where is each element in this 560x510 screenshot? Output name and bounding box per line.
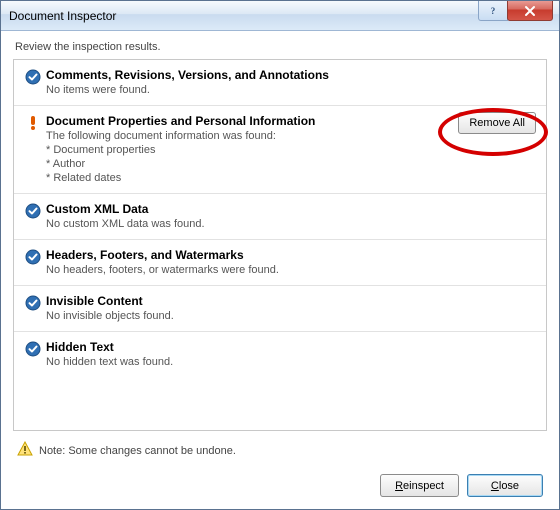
section-desc: No custom XML data was found.	[46, 216, 446, 231]
result-section: Custom XML DataNo custom XML data was fo…	[14, 194, 546, 240]
section-body: Headers, Footers, and WatermarksNo heade…	[42, 248, 536, 277]
remove-all-button[interactable]: Remove All	[458, 112, 536, 134]
svg-text:?: ?	[491, 6, 496, 16]
section-body: Hidden TextNo hidden text was found.	[42, 340, 536, 369]
warning-icon	[17, 441, 33, 460]
alert-icon	[24, 114, 42, 185]
check-icon	[24, 294, 42, 323]
section-heading: Document Properties and Personal Informa…	[46, 114, 446, 128]
dialog-button-row: Reinspect Close	[13, 468, 547, 509]
help-icon: ?	[488, 6, 498, 16]
results-panel: Comments, Revisions, Versions, and Annot…	[13, 59, 547, 431]
section-heading: Custom XML Data	[46, 202, 446, 216]
section-detail: * Related dates	[46, 171, 446, 185]
section-body: Invisible ContentNo invisible objects fo…	[42, 294, 536, 323]
footer-note-text: Note: Some changes cannot be undone.	[39, 445, 236, 457]
section-heading: Hidden Text	[46, 340, 446, 354]
section-heading: Headers, Footers, and Watermarks	[46, 248, 446, 262]
section-desc: The following document information was f…	[46, 128, 446, 143]
result-section: Comments, Revisions, Versions, and Annot…	[14, 60, 546, 106]
check-icon	[24, 68, 42, 97]
titlebar-buttons: ?	[478, 1, 559, 21]
close-button[interactable]: Close	[467, 474, 543, 497]
dialog-window: Document Inspector ? Review the inspecti…	[0, 0, 560, 510]
section-body: Comments, Revisions, Versions, and Annot…	[42, 68, 536, 97]
footer-note: Note: Some changes cannot be undone.	[13, 431, 547, 468]
result-section: Invisible ContentNo invisible objects fo…	[14, 286, 546, 332]
section-heading: Comments, Revisions, Versions, and Annot…	[46, 68, 446, 82]
check-icon	[24, 340, 42, 369]
window-title: Document Inspector	[9, 9, 116, 23]
reinspect-button[interactable]: Reinspect	[380, 474, 459, 497]
check-icon	[24, 202, 42, 231]
section-desc: No items were found.	[46, 82, 446, 97]
section-desc: No headers, footers, or watermarks were …	[46, 262, 446, 277]
section-detail: * Document properties	[46, 143, 446, 157]
dialog-content: Review the inspection results. Comments,…	[1, 31, 559, 509]
section-desc: No hidden text was found.	[46, 354, 446, 369]
section-desc: No invisible objects found.	[46, 308, 446, 323]
result-section: Headers, Footers, and WatermarksNo heade…	[14, 240, 546, 286]
check-icon	[24, 248, 42, 277]
section-heading: Invisible Content	[46, 294, 446, 308]
result-section: Document Properties and Personal Informa…	[14, 106, 546, 194]
help-button[interactable]: ?	[478, 1, 508, 21]
titlebar: Document Inspector ?	[1, 1, 559, 31]
section-body: Custom XML DataNo custom XML data was fo…	[42, 202, 536, 231]
result-section: Hidden TextNo hidden text was found.	[14, 332, 546, 377]
section-detail: * Author	[46, 157, 446, 171]
review-label: Review the inspection results.	[13, 41, 547, 53]
close-icon	[524, 5, 536, 17]
window-close-button[interactable]	[507, 1, 553, 21]
